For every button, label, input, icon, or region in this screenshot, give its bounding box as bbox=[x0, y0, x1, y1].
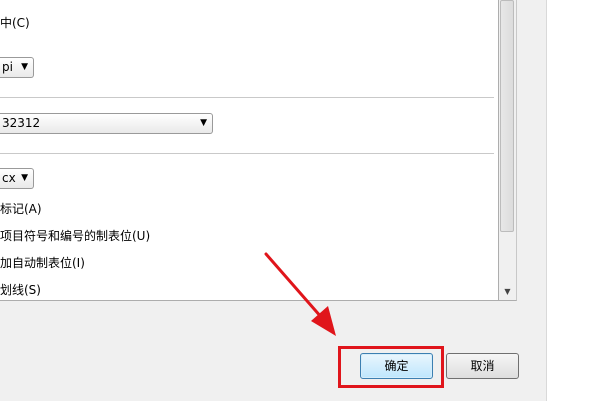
options-dialog: 中(C) pi ▼ 32312 ▼ cx ▼ 标记(A) 项目符号和编号的制表位… bbox=[0, 0, 546, 401]
background-window bbox=[546, 0, 600, 401]
annotation-arrow-icon bbox=[264, 252, 336, 336]
